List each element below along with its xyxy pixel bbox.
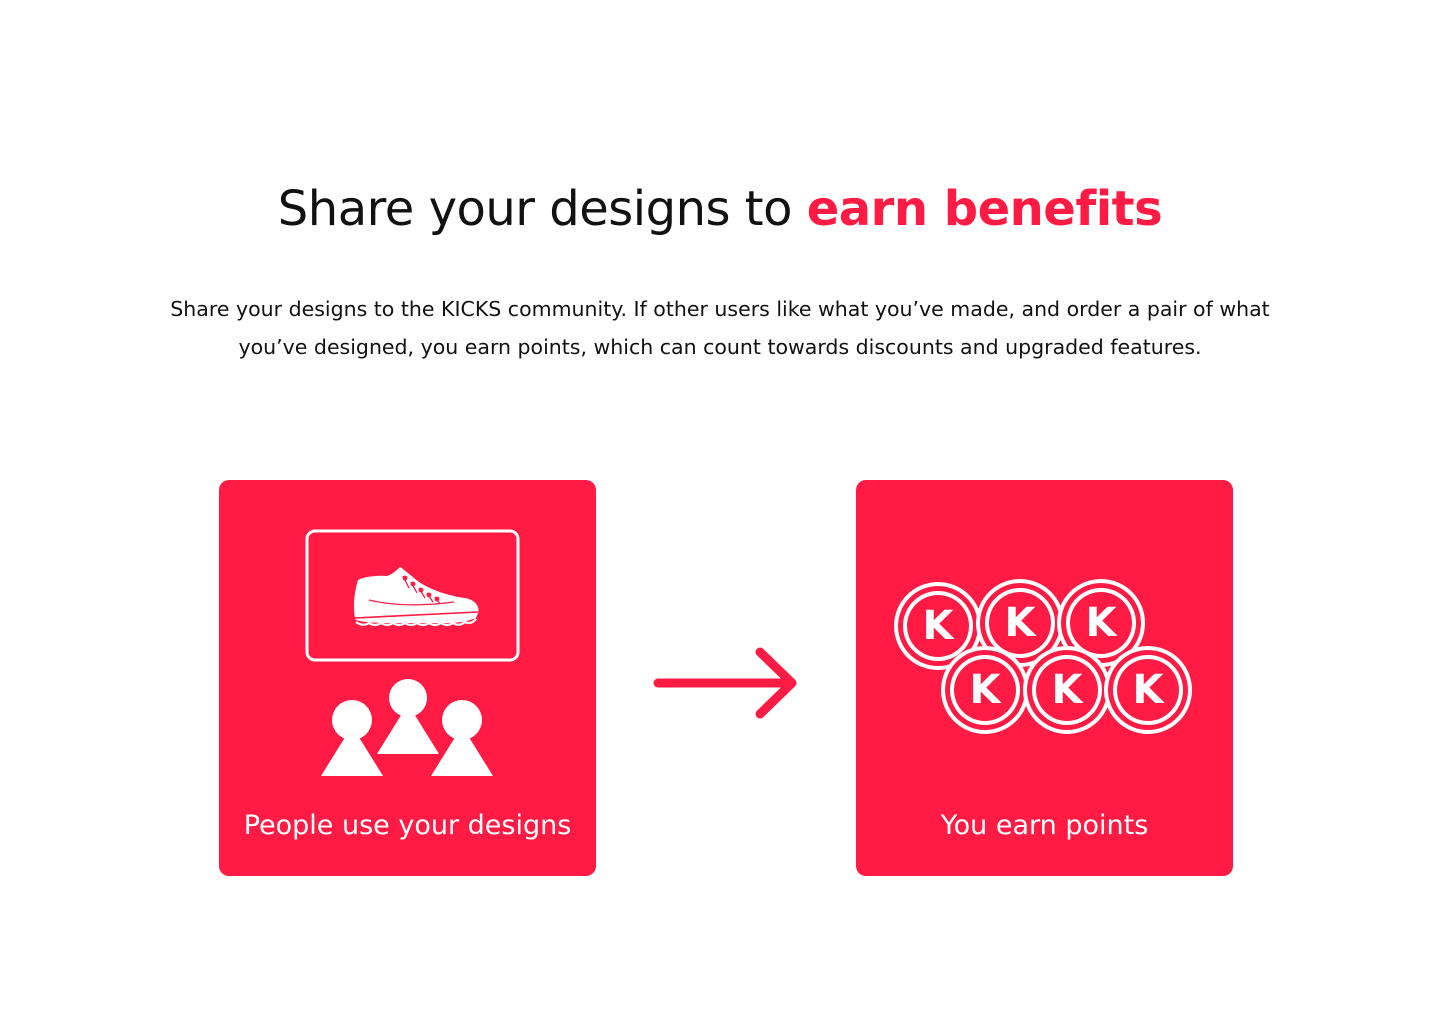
coin-letter: K	[923, 603, 956, 649]
headline-plain: Share your designs to	[277, 181, 807, 237]
step-card-earn-points: K K K K K K You earn points	[856, 480, 1233, 876]
coin: K	[1023, 646, 1111, 734]
headline-accent: earn benefits	[806, 181, 1163, 237]
page-title: Share your designs to earn benefits	[0, 178, 1440, 240]
shoe-icon	[305, 529, 520, 662]
people-icon	[321, 679, 493, 776]
arrow-right-icon	[653, 647, 797, 719]
page-description: Share your designs to the KICKS communit…	[170, 297, 1270, 359]
coin-letter: K	[1005, 600, 1038, 646]
coin-letter: K	[970, 667, 1003, 713]
step-label: People use your designs	[243, 810, 572, 841]
coin: K	[941, 646, 1029, 734]
coin-letter: K	[1086, 600, 1119, 646]
coin-letter: K	[1052, 667, 1085, 713]
step-label: You earn points	[940, 810, 1149, 841]
coin: K	[1104, 646, 1192, 734]
coin-letter: K	[1133, 667, 1166, 713]
step-card-people-use-designs: People use your designs	[219, 480, 596, 876]
